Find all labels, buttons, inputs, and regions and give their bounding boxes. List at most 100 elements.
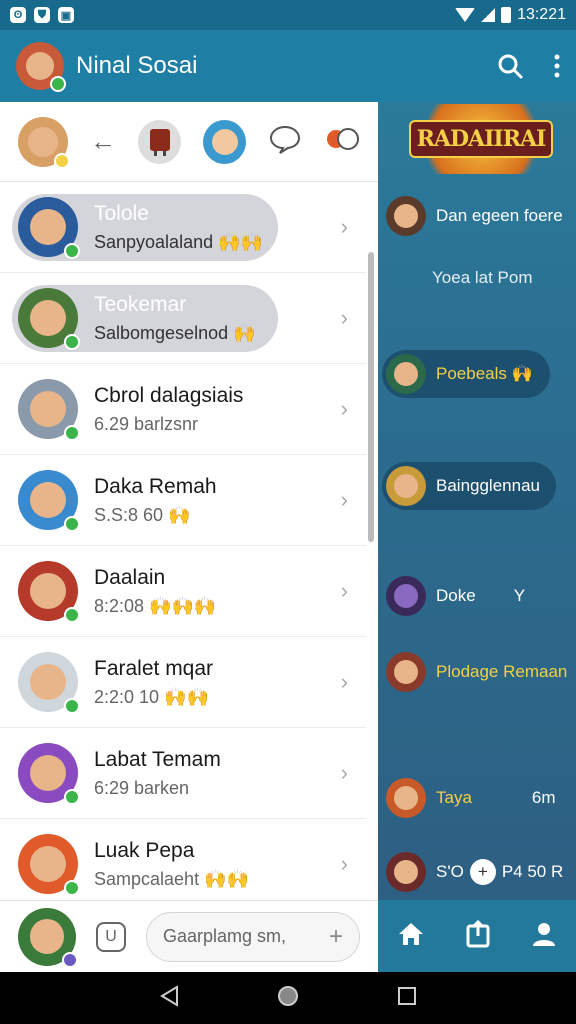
online-indicator — [64, 243, 80, 259]
chevron-right-icon[interactable]: › — [341, 578, 348, 604]
game-avatar — [386, 778, 426, 818]
chat-text: Daka Remah S.S:8 60 🙌 — [94, 475, 333, 526]
status-notifications: ʘ ⛊ ▣ — [10, 7, 74, 23]
chat-row[interactable]: Daalain 8:2:08 🙌🙌🙌 › — [0, 546, 366, 637]
chat-row[interactable]: Tolole Sanpyoalaland 🙌🙌 › — [0, 182, 366, 273]
online-indicator — [50, 76, 66, 92]
chat-avatar[interactable] — [18, 652, 80, 714]
home-icon[interactable] — [397, 920, 425, 953]
chat-text: Labat Temam 6:29 barken — [94, 748, 333, 799]
chevron-right-icon[interactable]: › — [341, 487, 348, 513]
game-row[interactable]: Poebeals 🙌 — [386, 354, 533, 394]
avatar-face — [394, 786, 418, 810]
chat-panel: ← Tolole Sanpyoalaland 🙌🙌 › Teokemar Salbomg… — [0, 102, 378, 972]
game-row[interactable]: Dan egeen foere — [386, 196, 563, 236]
notification-icon: ʘ — [10, 7, 26, 23]
chat-text: Tolole Sanpyoalaland 🙌🙌 — [94, 202, 333, 253]
chat-name: Daka Remah — [94, 474, 217, 498]
chat-row[interactable]: Daka Remah S.S:8 60 🙌 › — [0, 455, 366, 546]
chat-avatar[interactable] — [18, 470, 80, 532]
chat-name: Daalain — [94, 565, 166, 589]
system-nav — [0, 972, 576, 1024]
profile-avatar[interactable] — [16, 42, 66, 92]
search-icon[interactable] — [496, 52, 524, 80]
recents-icon[interactable] — [397, 986, 417, 1011]
message-input[interactable]: Gaarplamg sm, + — [146, 911, 360, 962]
bottom-nav — [378, 900, 576, 972]
chevron-right-icon[interactable]: › — [341, 760, 348, 786]
stories-row: ← — [0, 102, 378, 182]
game-row[interactable]: Baingglennau — [386, 466, 540, 506]
game-side-label: 6m — [531, 788, 556, 807]
reaction-icon[interactable] — [324, 125, 360, 158]
game-row-label: Poebeals 🙌 — [436, 364, 533, 383]
message-input-placeholder: Gaarplamg sm, — [163, 926, 287, 946]
scrollbar[interactable] — [368, 252, 374, 542]
chat-preview: 6.29 barlzsnr — [94, 413, 199, 434]
chat-name: Tolole — [94, 201, 149, 225]
chevron-right-icon[interactable]: › — [341, 214, 348, 240]
status-right: 13:221 — [455, 6, 566, 24]
chat-text: Teokemar Salbomgeselnod 🙌 — [94, 293, 333, 344]
story-avatar-self[interactable] — [18, 116, 70, 169]
game-row[interactable]: S'O + P4 50 R — [386, 852, 563, 892]
avatar-face — [394, 660, 418, 684]
chat-row[interactable]: Labat Temam 6:29 barken › — [0, 728, 366, 819]
avatar-face — [30, 664, 66, 700]
chat-preview: 6:29 barken — [94, 777, 190, 798]
chevron-right-icon[interactable]: › — [341, 305, 348, 331]
chat-row[interactable]: Luak Pepa Sampcalaeht 🙌🙌 › — [0, 819, 366, 902]
chevron-right-icon[interactable]: › — [341, 851, 348, 877]
chevron-right-icon[interactable]: › — [341, 396, 348, 422]
online-indicator — [54, 152, 70, 169]
chat-bubble-icon[interactable] — [268, 124, 302, 159]
game-row[interactable]: Plodage Remaan — [386, 652, 567, 692]
chat-avatar[interactable] — [18, 197, 80, 259]
online-indicator — [64, 334, 80, 350]
status-time: 13:221 — [517, 6, 566, 23]
wifi-icon — [455, 8, 476, 22]
avatar-face — [30, 391, 66, 427]
chat-row[interactable]: Cbrol dalagsiais 6.29 barlzsnr › — [0, 364, 366, 455]
profile-icon[interactable] — [531, 921, 557, 952]
compose-avatar[interactable] — [18, 907, 78, 968]
share-icon[interactable] — [464, 919, 492, 953]
game-logo-text: RADAIIRAI — [408, 120, 554, 158]
avatar-face — [30, 209, 66, 245]
game-avatar — [386, 652, 426, 692]
chat-list: Tolole Sanpyoalaland 🙌🙌 › Teokemar Salbomges… — [0, 182, 366, 902]
sticker-button[interactable]: U — [96, 921, 126, 952]
back-arrow-icon[interactable]: ← — [90, 126, 116, 157]
chat-preview: Salbomgeselnod 🙌 — [94, 322, 256, 343]
game-row-label: Baingglennau — [436, 476, 540, 495]
chat-avatar[interactable] — [18, 743, 80, 805]
game-row-label: Doke — [436, 586, 476, 605]
game-row[interactable]: Doke Y — [386, 576, 525, 616]
avatar-face — [30, 300, 66, 336]
online-indicator — [64, 425, 80, 441]
chat-avatar[interactable] — [18, 834, 80, 896]
game-row-label: P4 50 R — [501, 862, 564, 881]
more-options-icon[interactable] — [554, 54, 560, 78]
back-icon[interactable] — [159, 984, 179, 1012]
chat-avatar[interactable] — [18, 379, 80, 441]
add-icon[interactable]: + — [329, 923, 343, 951]
chat-row[interactable]: Teokemar Salbomgeselnod 🙌 › — [0, 273, 366, 364]
chat-row[interactable]: Faralet mqar 2:2:0 10 🙌🙌 › — [0, 637, 366, 728]
game-avatar — [386, 576, 426, 616]
app-bar: Ninal Sosai — [0, 30, 576, 102]
game-side-label: Y — [513, 586, 526, 605]
story-avatar-3[interactable] — [203, 119, 246, 164]
chat-text: Cbrol dalagsiais 6.29 barlzsnr — [94, 384, 333, 435]
chat-avatar[interactable] — [18, 561, 80, 623]
home-button-icon[interactable] — [277, 985, 299, 1012]
chat-text: Faralet mqar 2:2:0 10 🙌🙌 — [94, 657, 333, 708]
chevron-right-icon[interactable]: › — [341, 669, 348, 695]
game-row-label: Dan egeen foere — [436, 206, 563, 225]
online-indicator — [64, 698, 80, 714]
chat-avatar[interactable] — [18, 288, 80, 350]
chat-name: Teokemar — [94, 292, 187, 316]
story-avatar-2[interactable] — [138, 119, 181, 164]
add-icon[interactable]: + — [469, 859, 496, 885]
game-row[interactable]: Taya 6m — [386, 778, 556, 818]
